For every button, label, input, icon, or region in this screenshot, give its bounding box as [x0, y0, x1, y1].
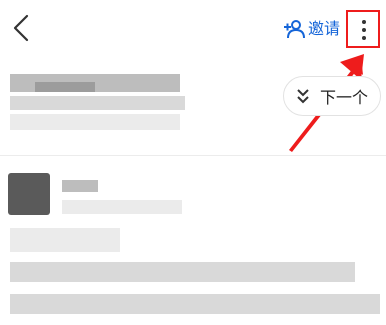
- double-chevron-down-icon: [297, 89, 309, 104]
- next-button[interactable]: 下一个: [283, 76, 381, 116]
- top-bar: 邀请: [0, 0, 386, 60]
- invite-label: 邀请: [308, 19, 341, 38]
- divider: [0, 155, 386, 156]
- invite-button[interactable]: 邀请: [283, 17, 340, 41]
- back-button[interactable]: [8, 12, 38, 44]
- avatar: [8, 173, 50, 215]
- next-label: 下一个: [320, 88, 369, 107]
- add-person-icon: [284, 20, 305, 39]
- more-options-button[interactable]: [346, 10, 380, 48]
- chevron-left-icon: [13, 14, 29, 42]
